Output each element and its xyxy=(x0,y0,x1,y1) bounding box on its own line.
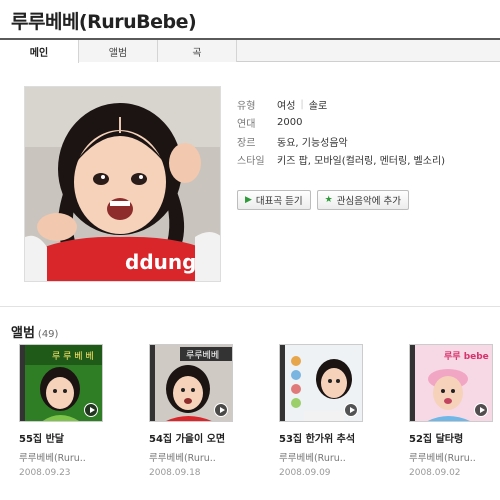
album-artist[interactable]: 루루베베(Ruru.. xyxy=(279,450,375,464)
album-cover[interactable]: 루루베베 xyxy=(149,344,233,422)
play-icon: ▶ xyxy=(245,195,252,205)
info-row-genre: 장르 동요, 기능성음악 xyxy=(237,132,445,151)
album-date: 2008.09.18 xyxy=(149,468,201,478)
album-title[interactable]: 54집 가을이 오면 xyxy=(149,430,245,445)
album-cover[interactable]: 루루 bebe xyxy=(409,344,493,422)
album-artist[interactable]: 루루베베(Ruru.. xyxy=(149,450,245,464)
play-top-songs-label: 대표곡 듣기 xyxy=(255,196,303,207)
album-card: 루 루 베 베 55집 반달 루루베베(Ruru.. 2008.09.23 xyxy=(19,344,115,478)
info-value: 키즈 팝, 모바일(컬러링, 멘터링, 벨소리) xyxy=(277,156,446,168)
info-value: 2000 xyxy=(277,117,303,129)
cover-spine xyxy=(280,345,285,421)
play-top-songs-button[interactable]: ▶ 대표곡 듣기 xyxy=(237,190,311,210)
artist-title: 루루베베(RuruBebe) xyxy=(11,11,197,33)
info-row-era: 연대 2000 xyxy=(237,114,445,133)
cover-spine xyxy=(20,345,25,421)
cover-spine xyxy=(410,345,415,421)
album-list: 루 루 베 베 55집 반달 루루베베(Ruru.. 2008.09.23 루루… xyxy=(19,344,499,494)
add-favorite-label: 관심음악에 추가 xyxy=(336,196,401,207)
tab-songs[interactable]: 곡 xyxy=(158,40,237,62)
album-artist[interactable]: 루루베베(Ruru.. xyxy=(19,450,115,464)
album-card: 53집 한가위 추석 루루베베(Ruru.. 2008.09.09 xyxy=(279,344,375,478)
album-date: 2008.09.02 xyxy=(409,468,461,478)
svg-text:루 루 베 베: 루 루 베 베 xyxy=(52,351,94,362)
album-section-heading: 앨범 (49) xyxy=(11,322,58,341)
album-cover[interactable]: 루 루 베 베 xyxy=(19,344,103,422)
info-key: 연대 xyxy=(237,119,256,131)
svg-text:루루 bebe: 루루 bebe xyxy=(444,351,489,362)
info-row-style: 스타일 키즈 팝, 모바일(컬러링, 멘터링, 벨소리) xyxy=(237,151,445,170)
play-icon[interactable] xyxy=(214,403,228,417)
artist-photo: ddung xyxy=(24,86,221,282)
tab-main[interactable]: 메인 xyxy=(0,40,79,63)
info-value: 여성 xyxy=(277,100,296,112)
add-favorite-button[interactable]: ★ 관심음악에 추가 xyxy=(316,190,409,210)
artist-info: 유형 여성 | 솔로 연대 2000 장르 동요, 기능성음악 스타일 키즈 팝… xyxy=(237,95,445,169)
album-title[interactable]: 55집 반달 xyxy=(19,430,115,445)
album-title[interactable]: 52집 달타령 xyxy=(409,430,500,445)
cover-spine xyxy=(150,345,155,421)
info-row-type: 유형 여성 | 솔로 xyxy=(237,95,445,114)
svg-text:루루베베: 루루베베 xyxy=(186,350,219,361)
info-value: 솔로 xyxy=(308,100,328,112)
star-icon: ★ xyxy=(324,195,333,205)
tab-bar: 메인 앨범 곡 xyxy=(0,38,500,63)
album-date: 2008.09.09 xyxy=(279,468,331,478)
album-card: 루루 bebe 52집 달타령 루루베베(Ruru.. 2008.09.02 xyxy=(409,344,500,478)
play-icon[interactable] xyxy=(84,403,98,417)
info-key: 장르 xyxy=(237,137,256,149)
album-cover[interactable] xyxy=(279,344,363,422)
album-title[interactable]: 53집 한가위 추석 xyxy=(279,430,375,445)
artist-photo-image: ddung xyxy=(25,87,220,281)
album-card: 루루베베 54집 가을이 오면 루루베베(Ruru.. 2008.09.18 xyxy=(149,344,245,478)
play-icon[interactable] xyxy=(344,403,358,417)
album-heading-label: 앨범 xyxy=(11,326,35,341)
section-divider xyxy=(0,306,500,307)
info-key: 유형 xyxy=(237,100,256,112)
play-icon[interactable] xyxy=(474,403,488,417)
tab-albums[interactable]: 앨범 xyxy=(79,40,158,62)
artist-actions: ▶ 대표곡 듣기 ★ 관심음악에 추가 xyxy=(237,190,409,210)
album-count: (49) xyxy=(37,329,59,340)
album-date: 2008.09.23 xyxy=(19,468,71,478)
info-separator: | xyxy=(300,98,304,110)
svg-text:ddung: ddung xyxy=(125,250,196,274)
album-artist[interactable]: 루루베베(Ruru.. xyxy=(409,450,500,464)
info-key: 스타일 xyxy=(237,156,265,168)
info-value: 동요, 기능성음악 xyxy=(277,137,348,149)
